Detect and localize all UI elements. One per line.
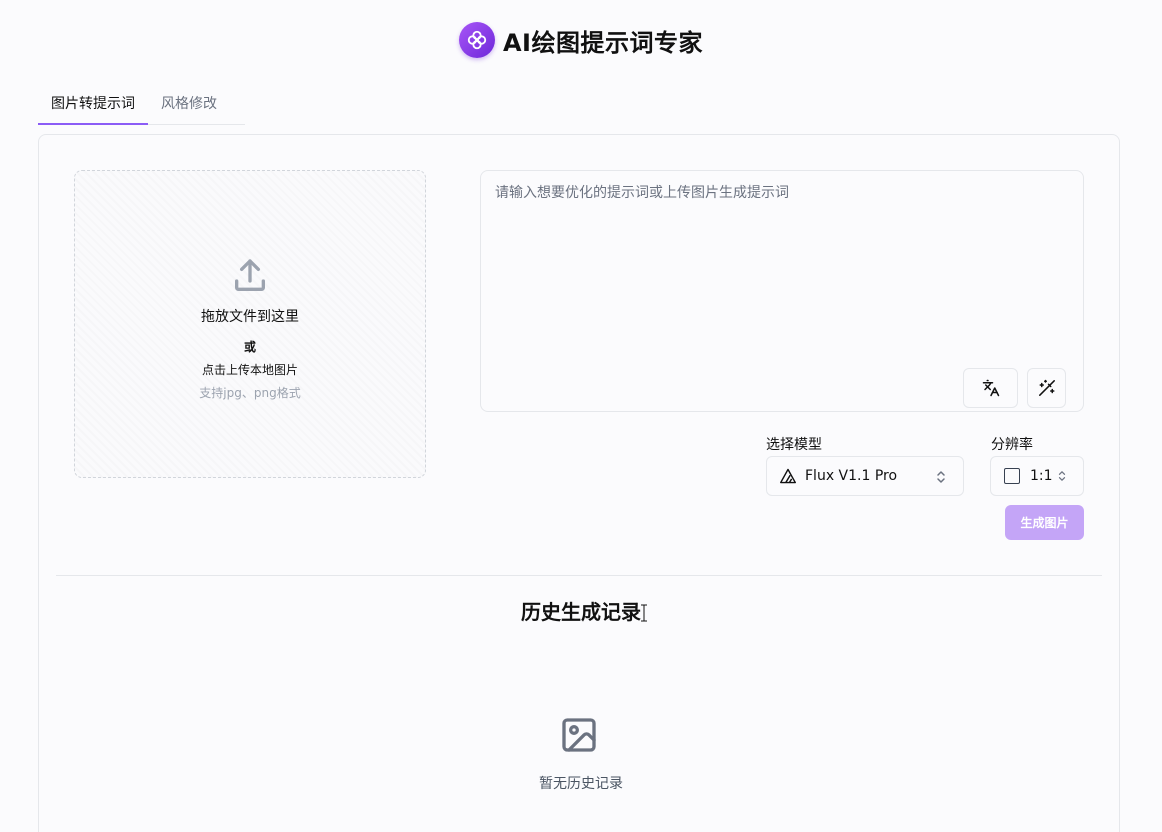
upload-dropzone[interactable]: 拖放文件到这里 或 点击上传本地图片 支持jpg、png格式 bbox=[74, 170, 426, 478]
tab-bar: 图片转提示词 风格修改 bbox=[38, 88, 245, 125]
generate-image-button[interactable]: 生成图片 bbox=[1005, 505, 1084, 540]
dropzone-click-text: 点击上传本地图片 bbox=[201, 362, 298, 377]
prompt-container bbox=[480, 170, 1084, 412]
resolution-value: 1:1 bbox=[1030, 468, 1053, 484]
model-label: 选择模型 bbox=[766, 437, 822, 453]
section-divider bbox=[56, 575, 1102, 576]
dropzone-or-text: 或 bbox=[243, 339, 256, 354]
history-title: 历史生成记录 bbox=[521, 600, 641, 624]
upload-icon bbox=[230, 256, 270, 300]
app-header: AI绘图提示词专家 bbox=[0, 22, 1162, 58]
model-value: Flux V1.1 Pro bbox=[805, 468, 898, 484]
chevrons-up-down-icon bbox=[937, 471, 945, 483]
square-ratio-icon bbox=[1004, 468, 1020, 484]
app-title: AI绘图提示词专家 bbox=[502, 28, 703, 57]
tab-style-modify[interactable]: 风格修改 bbox=[148, 88, 230, 125]
resolution-select[interactable]: 1:1 bbox=[990, 456, 1084, 496]
translate-icon bbox=[982, 379, 999, 397]
text-cursor-icon bbox=[641, 604, 647, 622]
translate-button[interactable] bbox=[963, 368, 1018, 408]
magic-wand-icon bbox=[1038, 379, 1055, 396]
image-placeholder-icon bbox=[562, 718, 596, 752]
optimize-button[interactable] bbox=[1027, 368, 1066, 408]
tab-image-to-prompt[interactable]: 图片转提示词 bbox=[38, 88, 148, 125]
triangle-logo-icon bbox=[780, 468, 796, 484]
dropzone-main-text: 拖放文件到这里 bbox=[201, 308, 299, 325]
model-select[interactable]: Flux V1.1 Pro bbox=[766, 456, 964, 496]
resolution-label: 分辨率 bbox=[991, 437, 1033, 453]
dropzone-format-hint: 支持jpg、png格式 bbox=[199, 385, 301, 400]
chevrons-up-down-icon bbox=[1058, 471, 1065, 481]
flower-logo-icon bbox=[458, 22, 495, 58]
history-empty-text: 暂无历史记录 bbox=[539, 776, 623, 792]
